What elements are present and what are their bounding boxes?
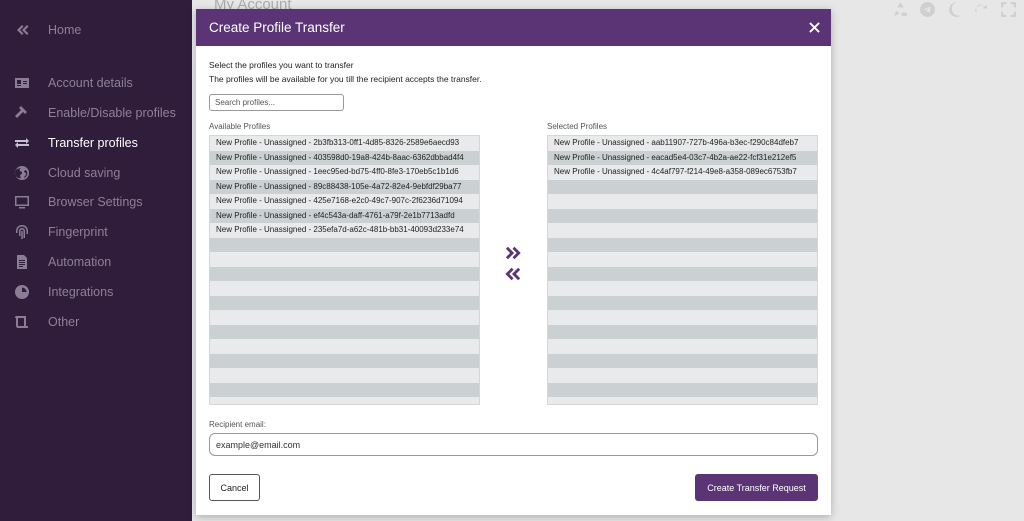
available-profiles-list[interactable]: New Profile - Unassigned - 2b3fb313-0ff1… — [209, 135, 480, 405]
transfer-arrows-icon — [13, 134, 31, 152]
empty-row — [548, 266, 817, 281]
sidebar-item-label: Cloud saving — [48, 166, 121, 180]
sidebar-item-label: Fingerprint — [48, 225, 108, 239]
empty-row — [210, 339, 479, 354]
sidebar-item-account-details[interactable]: Account details — [0, 68, 192, 98]
empty-row — [548, 208, 817, 223]
empty-row — [548, 339, 817, 354]
sidebar-item-other[interactable]: Other — [0, 307, 192, 337]
empty-row — [548, 223, 817, 238]
sidebar-item-label: Other — [48, 315, 80, 329]
hammer-icon — [13, 104, 31, 122]
empty-row — [210, 310, 479, 325]
recipient-email-input[interactable] — [209, 433, 818, 456]
empty-row — [210, 237, 479, 252]
empty-row — [548, 353, 817, 368]
sidebar-item-fingerprint[interactable]: Fingerprint — [0, 217, 192, 247]
empty-row — [548, 252, 817, 267]
empty-row — [210, 324, 479, 339]
profile-row[interactable]: New Profile - Unassigned - 1eec95ed-bd75… — [210, 165, 479, 180]
sidebar-item-transfer-profiles[interactable]: Transfer profiles — [0, 128, 192, 158]
profile-row[interactable]: New Profile - Unassigned - 4c4af797-f214… — [548, 165, 817, 180]
intro-line-2: The profiles will be available for you t… — [209, 74, 482, 84]
empty-row — [210, 281, 479, 296]
monitor-icon — [13, 193, 31, 211]
sidebar-item-label: Home — [48, 23, 82, 37]
create-transfer-request-button[interactable]: Create Transfer Request — [695, 474, 818, 501]
empty-row — [548, 295, 817, 310]
create-transfer-modal: Create Profile Transfer Select the profi… — [196, 9, 831, 515]
move-right-button[interactable] — [504, 245, 522, 261]
sidebar-item-enable-disable-profiles[interactable]: Enable/Disable profiles — [0, 98, 192, 128]
empty-row — [548, 281, 817, 296]
sidebar: Home Account details Enable/Disable prof… — [0, 0, 192, 521]
profile-row[interactable]: New Profile - Unassigned - eacad5e4-03c7… — [548, 150, 817, 165]
empty-row — [548, 397, 817, 404]
profile-row[interactable]: New Profile - Unassigned - 235efa7d-a62c… — [210, 223, 479, 238]
selected-profiles-label: Selected Profiles — [547, 122, 608, 131]
pie-icon — [13, 283, 31, 301]
empty-row — [210, 252, 479, 267]
empty-row — [210, 382, 479, 397]
sidebar-item-cloud-saving[interactable]: Cloud saving — [0, 158, 192, 188]
id-card-icon — [13, 74, 31, 92]
fingerprint-icon — [13, 223, 31, 241]
empty-row — [548, 179, 817, 194]
cancel-button[interactable]: Cancel — [209, 474, 260, 501]
modal-header: Create Profile Transfer — [196, 9, 831, 46]
document-icon — [13, 253, 31, 271]
sidebar-item-label: Account details — [48, 76, 133, 90]
empty-row — [210, 266, 479, 281]
profile-row[interactable]: New Profile - Unassigned - aab11907-727b… — [548, 136, 817, 151]
profile-row[interactable]: New Profile - Unassigned - 403598d0-19a8… — [210, 150, 479, 165]
available-profiles-label: Available Profiles — [209, 122, 271, 131]
empty-row — [210, 295, 479, 310]
sidebar-item-home[interactable]: Home — [0, 14, 192, 46]
profile-row[interactable]: New Profile - Unassigned - 425e7168-e2c0… — [210, 194, 479, 209]
empty-row — [548, 310, 817, 325]
sidebar-item-label: Enable/Disable profiles — [48, 106, 176, 120]
empty-row — [548, 194, 817, 209]
double-chevron-right-icon — [505, 246, 521, 260]
recipient-email-label: Recipient email: — [209, 420, 266, 429]
empty-row — [548, 368, 817, 383]
sidebar-item-browser-settings[interactable]: Browser Settings — [0, 187, 192, 217]
modal-title: Create Profile Transfer — [209, 20, 345, 35]
sidebar-item-label: Integrations — [48, 285, 114, 299]
selected-profiles-list[interactable]: New Profile - Unassigned - aab11907-727b… — [547, 135, 818, 405]
search-input[interactable] — [209, 94, 344, 111]
empty-row — [210, 353, 479, 368]
empty-row — [548, 382, 817, 397]
empty-row — [548, 324, 817, 339]
intro-text: Select the profiles you want to transfer… — [209, 58, 482, 86]
double-chevron-left-icon — [504, 267, 520, 281]
profile-row[interactable]: New Profile - Unassigned - ef4c543a-daff… — [210, 208, 479, 223]
close-button[interactable] — [806, 19, 822, 35]
move-left-button[interactable] — [504, 266, 522, 282]
profile-row[interactable]: New Profile - Unassigned - 89c88438-105e… — [210, 179, 479, 194]
globe-icon — [13, 164, 31, 182]
empty-row — [210, 397, 479, 404]
profile-row[interactable]: New Profile - Unassigned - 2b3fb313-0ff1… — [210, 136, 479, 151]
double-chevron-left-icon — [13, 21, 31, 39]
close-icon — [808, 21, 820, 33]
intro-line-1: Select the profiles you want to transfer — [209, 60, 354, 70]
scroll-icon — [13, 313, 31, 331]
sidebar-item-label: Automation — [48, 255, 112, 269]
empty-row — [210, 368, 479, 383]
sidebar-item-automation[interactable]: Automation — [0, 247, 192, 277]
sidebar-item-label: Browser Settings — [48, 195, 143, 209]
sidebar-item-label: Transfer profiles — [48, 136, 138, 150]
sidebar-item-integrations[interactable]: Integrations — [0, 277, 192, 307]
empty-row — [548, 237, 817, 252]
